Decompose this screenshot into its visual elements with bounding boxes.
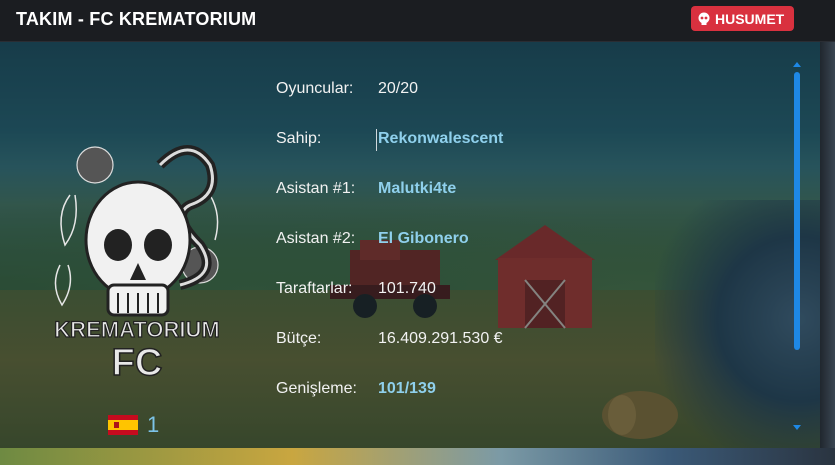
rivalry-badge[interactable]: HUSUMET <box>691 6 794 31</box>
expansion-link[interactable]: 101/139 <box>378 380 436 398</box>
info-label: Sahip: <box>276 130 322 147</box>
text-caret <box>376 129 377 151</box>
owner-link[interactable]: Rekonwalescent <box>378 130 503 148</box>
info-value: 16.409.291.530 € <box>378 330 503 347</box>
info-row-budget: Bütçe: 16.409.291.530 € <box>276 328 776 352</box>
side-panel-edge <box>820 0 835 465</box>
team-logo: KREMATORIUM FC <box>54 145 220 385</box>
header-bar: TAKIM - FC KREMATORIUM HUSUMET <box>0 0 835 42</box>
scroll-down-arrow-icon[interactable] <box>793 425 801 430</box>
info-label: Asistan #2: <box>276 230 356 247</box>
info-value: 101.740 <box>378 280 436 297</box>
assistant-1-link[interactable]: Malutki4te <box>378 180 456 198</box>
info-row-owner: Sahip: Rekonwalescent <box>276 128 776 152</box>
info-label: Genişleme: <box>276 380 357 397</box>
scroll-up-arrow-icon[interactable] <box>793 62 801 67</box>
scrollbar[interactable] <box>790 60 804 432</box>
logo-text-line1: KREMATORIUM <box>54 317 219 342</box>
country-row: 1 <box>108 412 159 438</box>
logo-text-line2: FC <box>112 342 163 384</box>
page-title: TAKIM - FC KREMATORIUM <box>16 9 257 29</box>
info-row-assistant-2: Asistan #2: El Gibonero <box>276 228 776 252</box>
info-row-players: Oyuncular: 20/20 <box>276 78 776 102</box>
info-row-fans: Taraftarlar: 101.740 <box>276 278 776 302</box>
country-rank: 1 <box>147 412 160 437</box>
info-label: Asistan #1: <box>276 180 356 197</box>
team-info-list: Oyuncular: 20/20 Sahip: Rekonwalescent A… <box>276 78 776 443</box>
info-label: Bütçe: <box>276 330 322 347</box>
info-value: 20/20 <box>378 80 419 97</box>
bottom-edge <box>0 448 835 465</box>
info-row-assistant-1: Asistan #1: Malutki4te <box>276 178 776 202</box>
skull-icon <box>698 12 710 25</box>
info-row-expansion: Genişleme: 101/139 <box>276 378 776 402</box>
badge-label: HUSUMET <box>715 10 785 27</box>
info-label: Taraftarlar: <box>276 280 353 297</box>
spain-flag-icon <box>108 415 138 435</box>
assistant-2-link[interactable]: El Gibonero <box>378 230 469 248</box>
scrollbar-thumb[interactable] <box>794 72 800 350</box>
info-label: Oyuncular: <box>276 80 354 97</box>
